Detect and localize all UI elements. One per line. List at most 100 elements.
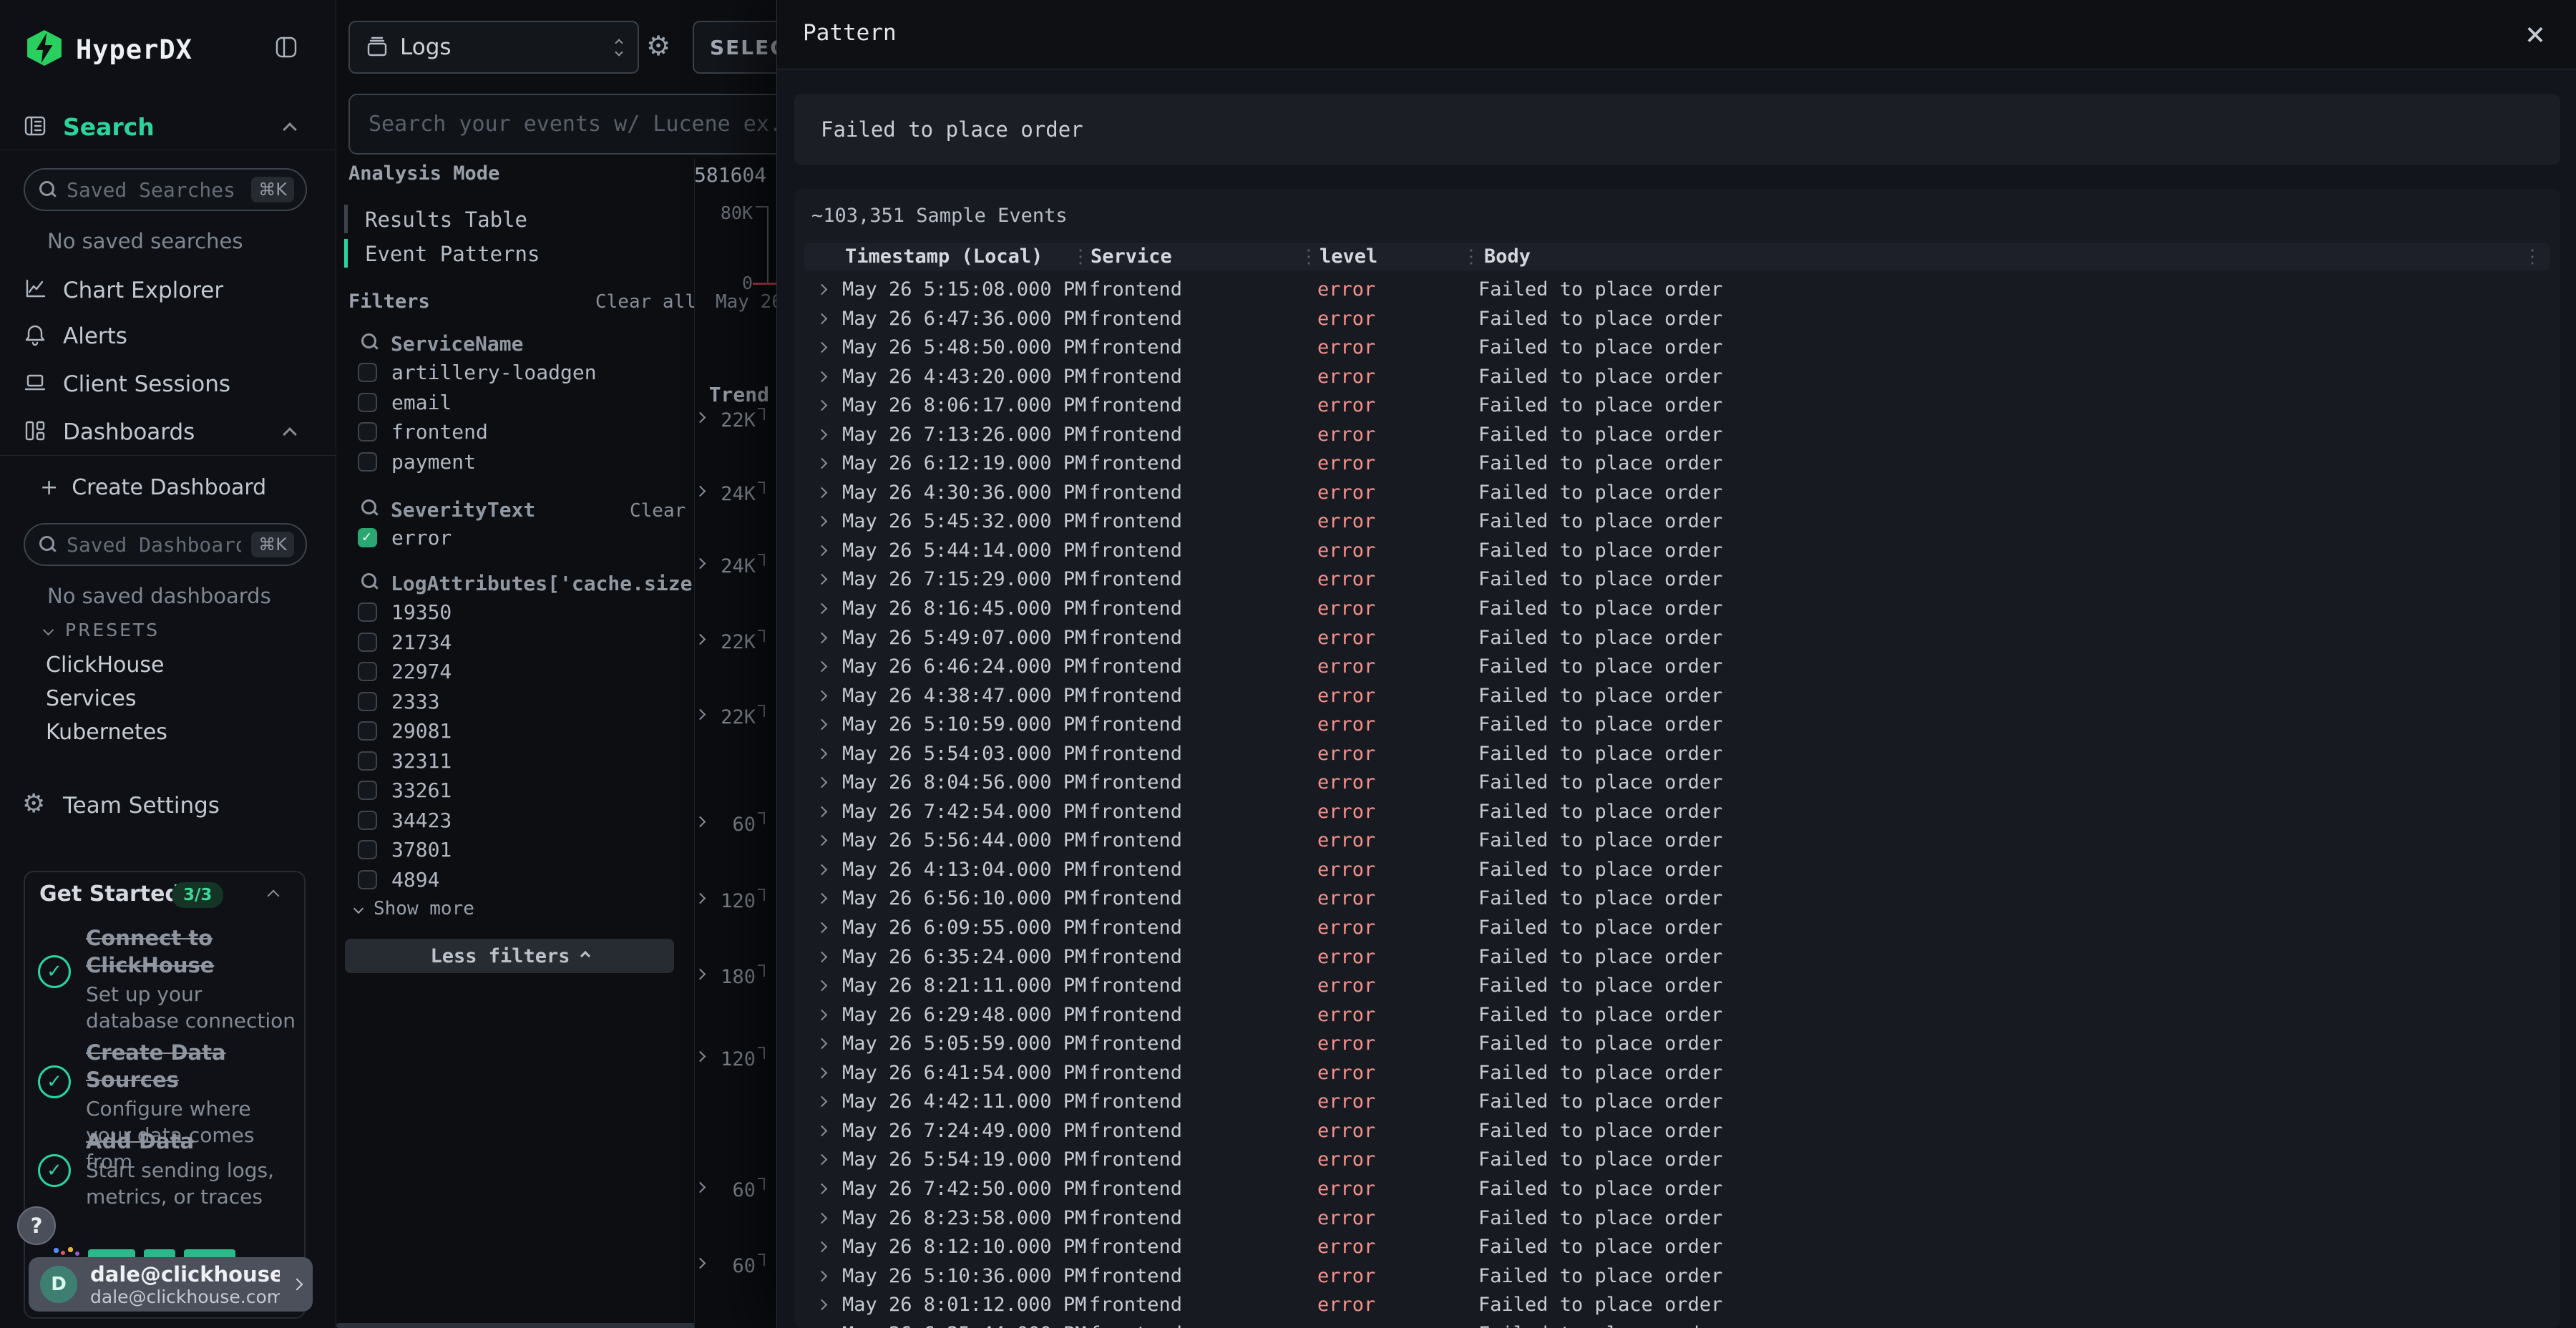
pattern-row[interactable]: 60 <box>694 1252 776 1281</box>
get-started-item[interactable]: Connect to ClickHouse Set up your databa… <box>86 924 296 1034</box>
event-row[interactable]: May 26 8:16:45.000 PMfrontenderrorFailed… <box>804 595 2550 624</box>
source-select-dropdown[interactable]: Logs <box>348 21 639 74</box>
event-row[interactable]: May 26 6:56:10.000 PMfrontenderrorFailed… <box>804 884 2550 914</box>
expand-chevron-icon[interactable] <box>816 342 828 353</box>
column-header-body[interactable]: Body <box>1484 243 1531 270</box>
chevron-up-icon[interactable] <box>283 122 297 137</box>
preset-services[interactable]: Services <box>46 686 137 711</box>
less-filters-button[interactable]: Less filters <box>345 939 674 973</box>
expand-chevron-icon[interactable] <box>816 980 828 992</box>
help-button[interactable]: ? <box>17 1206 56 1245</box>
expand-chevron-icon[interactable] <box>816 545 828 557</box>
expand-chevron-icon[interactable] <box>816 487 828 499</box>
expand-chevron-icon[interactable] <box>816 748 828 759</box>
column-header-service[interactable]: Service <box>1091 243 1172 270</box>
filter-option[interactable]: 21734 <box>358 628 673 658</box>
checkbox[interactable] <box>358 840 377 859</box>
event-row[interactable]: May 26 4:38:47.000 PMfrontenderrorFailed… <box>804 682 2550 711</box>
event-row[interactable]: May 26 8:12:10.000 PMfrontenderrorFailed… <box>804 1233 2550 1262</box>
filter-option[interactable]: error <box>358 523 673 553</box>
event-row[interactable]: May 26 6:35:24.000 PMfrontenderrorFailed… <box>804 943 2550 972</box>
event-row[interactable]: May 26 8:06:17.000 PMfrontenderrorFailed… <box>804 391 2550 421</box>
event-row[interactable]: May 26 5:10:36.000 PMfrontenderrorFailed… <box>804 1262 2550 1292</box>
column-resize-handle-icon[interactable]: ⋮ <box>1071 243 1090 270</box>
event-row[interactable]: May 26 5:45:32.000 PMfrontenderrorFailed… <box>804 507 2550 537</box>
collapse-sidebar-icon[interactable] <box>275 36 298 59</box>
event-row[interactable]: May 26 5:10:59.000 PMfrontenderrorFailed… <box>804 711 2550 740</box>
filter-option[interactable]: 4894 <box>358 865 673 895</box>
expand-chevron-icon[interactable] <box>816 1241 828 1253</box>
filter-option[interactable]: frontend <box>358 417 673 447</box>
checkbox[interactable] <box>358 393 377 412</box>
checkbox[interactable] <box>358 452 377 472</box>
event-row[interactable]: May 26 4:42:11.000 PMfrontenderrorFailed… <box>804 1088 2550 1117</box>
expand-chevron-icon[interactable] <box>816 458 828 469</box>
pattern-row[interactable]: 120 <box>694 887 776 916</box>
expand-chevron-icon[interactable] <box>816 1009 828 1020</box>
filter-option[interactable]: 22974 <box>358 657 673 687</box>
expand-chevron-icon[interactable] <box>816 1212 828 1224</box>
expand-chevron-icon[interactable] <box>816 603 828 615</box>
event-row[interactable]: May 26 5:44:14.000 PMfrontenderrorFailed… <box>804 537 2550 566</box>
expand-chevron-icon[interactable] <box>816 690 828 701</box>
pattern-row[interactable]: 24K <box>694 552 776 581</box>
chevron-up-icon[interactable] <box>283 427 297 441</box>
event-row[interactable]: May 26 5:56:44.000 PMfrontenderrorFailed… <box>804 826 2550 856</box>
close-icon[interactable]: × <box>2516 14 2555 53</box>
preset-clickhouse[interactable]: ClickHouse <box>46 653 165 678</box>
filter-option[interactable]: artillery-loadgen <box>358 358 673 388</box>
expand-chevron-icon[interactable] <box>816 284 828 296</box>
event-row[interactable]: May 26 5:49:07.000 PMfrontenderrorFailed… <box>804 624 2550 653</box>
sidebar-item-search[interactable]: Search <box>63 113 155 141</box>
clear-all-link[interactable]: Clear all <box>595 291 696 313</box>
checkbox[interactable] <box>358 633 377 652</box>
sidebar-item-client-sessions[interactable]: Client Sessions <box>63 371 230 397</box>
event-row[interactable]: May 26 4:13:04.000 PMfrontenderrorFailed… <box>804 856 2550 885</box>
saved-searches-input[interactable]: ⌘K <box>24 168 307 211</box>
column-resize-handle-icon[interactable]: ⋮ <box>1299 243 1318 270</box>
filter-option[interactable]: email <box>358 388 673 418</box>
filter-option[interactable]: 32311 <box>358 746 673 776</box>
clear-link[interactable]: Clear <box>630 500 686 522</box>
filter-option[interactable]: 19350 <box>358 597 673 628</box>
event-row[interactable]: May 26 7:15:29.000 PMfrontenderrorFailed… <box>804 565 2550 595</box>
event-row[interactable]: May 26 5:48:50.000 PMfrontenderrorFailed… <box>804 333 2550 363</box>
checkbox[interactable] <box>358 811 377 830</box>
event-row[interactable]: May 26 5:54:19.000 PMfrontenderrorFailed… <box>804 1146 2550 1175</box>
event-row[interactable]: May 26 6:12:19.000 PMfrontenderrorFailed… <box>804 449 2550 479</box>
pattern-row[interactable]: 180 <box>694 963 776 992</box>
checkbox[interactable] <box>358 751 377 771</box>
expand-chevron-icon[interactable] <box>816 893 828 904</box>
presets-toggle[interactable]: PRESETS <box>44 620 160 640</box>
event-row[interactable]: May 26 4:30:36.000 PMfrontenderrorFailed… <box>804 479 2550 508</box>
event-row[interactable]: May 26 5:54:03.000 PMfrontenderrorFailed… <box>804 740 2550 769</box>
checkbox[interactable] <box>358 781 377 800</box>
sidebar-item-dashboards[interactable]: Dashboards <box>63 419 195 445</box>
mode-event-patterns[interactable]: Event Patterns <box>365 242 540 266</box>
column-header-level[interactable]: level <box>1319 243 1377 270</box>
checkbox[interactable] <box>358 721 377 741</box>
saved-searches-field[interactable] <box>67 178 241 202</box>
filter-option[interactable]: 34423 <box>358 806 673 836</box>
event-row[interactable]: May 26 8:01:12.000 PMfrontenderrorFailed… <box>804 1291 2550 1320</box>
checkbox-checked[interactable] <box>358 528 377 547</box>
expand-chevron-icon[interactable] <box>816 429 828 440</box>
expand-chevron-icon[interactable] <box>816 632 828 643</box>
expand-chevron-icon[interactable] <box>816 661 828 673</box>
expand-chevron-icon[interactable] <box>816 951 828 962</box>
event-row[interactable]: May 26 7:24:49.000 PMfrontenderrorFailed… <box>804 1117 2550 1146</box>
expand-chevron-icon[interactable] <box>816 400 828 411</box>
expand-chevron-icon[interactable] <box>816 1154 828 1166</box>
expand-chevron-icon[interactable] <box>816 864 828 876</box>
event-row[interactable]: May 26 7:42:54.000 PMfrontenderrorFailed… <box>804 798 2550 827</box>
expand-chevron-icon[interactable] <box>816 835 828 846</box>
event-row[interactable]: May 26 6:41:54.000 PMfrontenderrorFailed… <box>804 1059 2550 1088</box>
checkbox[interactable] <box>358 422 377 441</box>
expand-chevron-icon[interactable] <box>816 1299 828 1311</box>
table-options-icon[interactable]: ⋮ <box>2523 243 2542 270</box>
sidebar-item-alerts[interactable]: Alerts <box>63 323 127 349</box>
pattern-row[interactable]: 24K <box>694 480 776 509</box>
get-started-item[interactable]: Add Data Start sending logs, metrics, or… <box>86 1128 296 1210</box>
expand-chevron-icon[interactable] <box>816 922 828 934</box>
source-settings-gear-icon[interactable]: ⚙ <box>646 30 670 62</box>
